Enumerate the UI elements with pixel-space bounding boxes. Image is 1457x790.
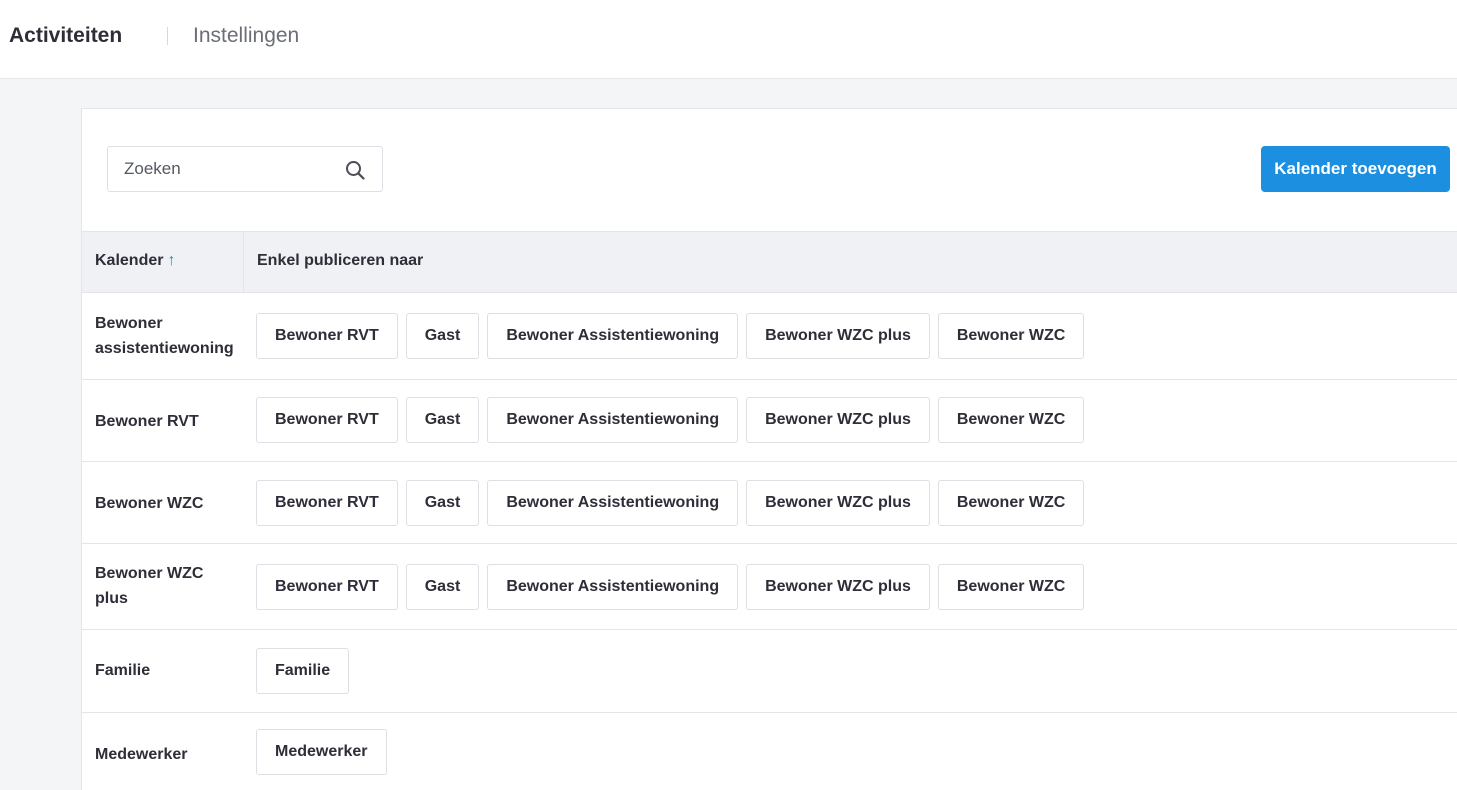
publish-target-tag: Bewoner Assistentiewoning xyxy=(487,480,739,526)
column-header-calendar-label: Kalender xyxy=(95,252,164,269)
table-row: Familie Familie xyxy=(82,630,1457,713)
table-row: Bewoner assistentiewoning Bewoner RVT Gast… xyxy=(82,294,1457,380)
publish-targets: Bewoner RVT Gast Bewoner Assistentiewoning… xyxy=(256,313,1085,359)
column-header-publish: Enkel publiceren naar xyxy=(257,252,424,269)
publish-target-tag: Gast xyxy=(405,313,480,359)
publish-targets: Bewoner RVT Gast Bewoner Assistentiewoning… xyxy=(256,397,1085,443)
add-calendar-button[interactable]: Kalender toevoegen xyxy=(1261,146,1450,192)
publish-target-tag: Familie xyxy=(256,648,350,694)
table-row: Bewoner WZC plus Bewoner RVT Gast Bewoner A… xyxy=(82,544,1457,630)
tab-divider xyxy=(167,27,168,45)
calendar-name: Bewoner assistentiewoning xyxy=(95,315,234,357)
sort-ascending-icon: ↑ xyxy=(167,252,176,269)
column-header-calendar: Kalender ↑ xyxy=(82,232,244,292)
publish-target-tag: Medewerker xyxy=(256,729,387,775)
calendar-name: Familie xyxy=(95,662,151,679)
publish-target-tag: Bewoner Assistentiewoning xyxy=(487,313,739,359)
publish-target-tag: Bewoner Assistentiewoning xyxy=(487,564,739,610)
publish-target-tag: Gast xyxy=(405,480,480,526)
publish-targets: Bewoner RVT Gast Bewoner Assistentiewoning… xyxy=(256,564,1085,610)
publish-target-tag: Gast xyxy=(405,397,480,443)
top-navigation: Activiteiten Instellingen xyxy=(0,0,1457,79)
tab-activiteiten[interactable]: Activiteiten xyxy=(9,24,122,48)
publish-targets: Medewerker xyxy=(256,729,387,775)
publish-target-tag: Bewoner RVT xyxy=(256,313,398,359)
publish-target-tag: Bewoner WZC plus xyxy=(746,397,930,443)
publish-target-tag: Gast xyxy=(405,564,480,610)
table-row: Bewoner WZC Bewoner RVT Gast Bewoner Assist… xyxy=(82,462,1457,544)
calendar-name: Bewoner WZC plus xyxy=(95,565,204,607)
search-box xyxy=(107,146,383,192)
publish-target-tag: Bewoner RVT xyxy=(256,397,398,443)
publish-target-tag: Bewoner WZC xyxy=(937,313,1085,359)
publish-target-tag: Bewoner WZC xyxy=(937,564,1085,610)
publish-target-tag: Bewoner RVT xyxy=(256,480,398,526)
table-header: Kalender ↑ Enkel publiceren naar xyxy=(82,231,1457,293)
publish-target-tag: Bewoner RVT xyxy=(256,564,398,610)
publish-targets: Bewoner RVT Gast Bewoner Assistentiewoning… xyxy=(256,480,1085,526)
search-input[interactable] xyxy=(108,147,382,191)
calendar-card: Kalender toevoegen Kalender↑ Enkel publi… xyxy=(81,108,1457,790)
publish-targets: Familie xyxy=(256,648,350,694)
calendar-name: Bewoner RVT xyxy=(95,413,199,430)
table-row: Bewoner RVT Bewoner RVT Gast Bewoner Assist… xyxy=(82,380,1457,462)
tab-instellingen[interactable]: Instellingen xyxy=(193,24,299,48)
table-row: Medewerker Medewerker xyxy=(82,713,1457,790)
publish-target-tag: Bewoner WZC plus xyxy=(746,480,930,526)
calendar-name: Medewerker xyxy=(95,746,188,763)
publish-target-tag: Bewoner WZC plus xyxy=(746,564,930,610)
publish-target-tag: Bewoner Assistentiewoning xyxy=(487,397,739,443)
sort-calendar-button[interactable]: Kalender ↑ xyxy=(95,252,175,270)
publish-target-tag: Bewoner WZC xyxy=(937,397,1085,443)
publish-target-tag: Bewoner WZC xyxy=(937,480,1085,526)
calendar-name: Bewoner WZC xyxy=(95,495,204,512)
publish-target-tag: Bewoner WZC plus xyxy=(746,313,930,359)
search-icon[interactable] xyxy=(345,160,365,180)
